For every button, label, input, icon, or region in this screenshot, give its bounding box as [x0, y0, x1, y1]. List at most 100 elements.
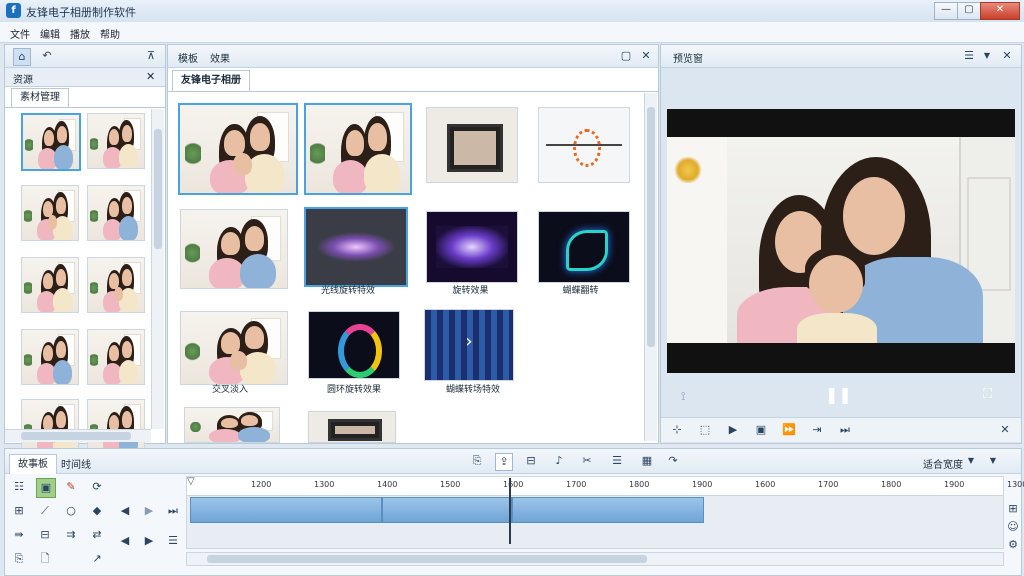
thumbnail[interactable]: [308, 411, 396, 443]
stop-icon[interactable]: ▣: [753, 422, 769, 438]
thumbnail[interactable]: [538, 211, 630, 283]
thumbnail[interactable]: [426, 107, 518, 183]
chevron-down-icon[interactable]: ▼: [985, 453, 1001, 469]
thumbnail[interactable]: [21, 185, 79, 241]
pause-icon[interactable]: ❚❚: [825, 385, 852, 404]
zoom-select[interactable]: 适合宽度: [923, 456, 963, 471]
rotate-icon[interactable]: ⟳: [88, 478, 106, 496]
play-icon[interactable]: ▶: [140, 502, 158, 520]
thumbnail[interactable]: [87, 185, 145, 241]
thumbnail[interactable]: [178, 103, 298, 195]
tab-storyboard[interactable]: 故事板: [9, 454, 57, 474]
crop-icon[interactable]: ⬚: [697, 422, 713, 438]
image-icon[interactable]: ▣: [36, 478, 56, 498]
thumbnail[interactable]: [308, 311, 400, 379]
copy-icon[interactable]: ⎘: [10, 550, 28, 568]
timeline-clip[interactable]: [512, 497, 704, 523]
menu-help[interactable]: 帮助: [100, 26, 120, 41]
close-icon[interactable]: ✕: [638, 48, 654, 64]
fullscreen-icon[interactable]: ⛶: [983, 387, 992, 402]
thumbnail[interactable]: [180, 311, 288, 385]
scroll-thumb[interactable]: [21, 432, 131, 440]
list-icon[interactable]: ☷: [10, 478, 28, 496]
menu-icon[interactable]: ☰: [961, 48, 977, 64]
thumbnail[interactable]: ›: [424, 309, 514, 381]
close-icon[interactable]: ✕: [997, 422, 1013, 438]
shape-icon[interactable]: ◆: [88, 502, 106, 520]
redo-icon[interactable]: ↷: [665, 453, 681, 469]
thumbnail[interactable]: [426, 211, 518, 283]
play-icon[interactable]: ▶: [140, 532, 158, 550]
vertical-scrollbar[interactable]: [151, 109, 164, 429]
back-arrow-icon[interactable]: ↶: [39, 48, 55, 64]
thumbnail[interactable]: [87, 257, 145, 313]
minimize-button[interactable]: —: [934, 2, 958, 20]
thumbnail[interactable]: [304, 207, 408, 287]
line-icon[interactable]: ⟋: [36, 502, 54, 520]
chevron-down-icon[interactable]: ▼: [963, 453, 979, 469]
playhead-marker-icon[interactable]: ▽: [187, 477, 197, 487]
thumbnail[interactable]: [184, 407, 280, 443]
cut-icon[interactable]: ✂: [579, 453, 595, 469]
vertical-scrollbar[interactable]: [644, 93, 657, 441]
photo-icon[interactable]: ⊞: [10, 502, 28, 520]
add-track-icon[interactable]: ⊞: [1004, 500, 1022, 518]
window-close-button[interactable]: ✕: [980, 2, 1020, 20]
close-icon[interactable]: ✕: [146, 70, 155, 83]
menu-file[interactable]: 文件: [10, 26, 30, 41]
forward-icon[interactable]: ⇉: [62, 526, 80, 544]
thumbnail[interactable]: [21, 399, 79, 455]
arrow-icon[interactable]: ↗: [88, 550, 106, 568]
music-icon[interactable]: ♪: [551, 453, 567, 469]
tab-material-manager[interactable]: 素材管理: [11, 88, 69, 107]
thumbnail[interactable]: [21, 329, 79, 385]
upload-icon[interactable]: ⇪: [495, 453, 513, 471]
pencil-icon[interactable]: ✎: [62, 478, 80, 496]
tab-timeline[interactable]: 时间线: [61, 456, 91, 471]
menu-icon[interactable]: ☰: [164, 532, 182, 550]
split-icon[interactable]: ⎘: [469, 453, 485, 469]
loop-icon[interactable]: ⇄: [88, 526, 106, 544]
menu-edit[interactable]: 编辑: [40, 26, 60, 41]
fit-icon[interactable]: ⊹: [669, 422, 685, 438]
thumbnail[interactable]: [304, 103, 412, 195]
stack-icon[interactable]: ⊟: [36, 526, 54, 544]
prev-icon[interactable]: ◀: [116, 502, 134, 520]
subtitle-icon[interactable]: ⊟: [523, 453, 539, 469]
prev-icon[interactable]: ◀: [116, 532, 134, 550]
timeline-clip[interactable]: [190, 497, 382, 523]
menu-play[interactable]: 播放: [70, 26, 90, 41]
pin-icon[interactable]: ⊼: [143, 48, 159, 64]
restore-icon[interactable]: ▢: [618, 48, 634, 64]
align-icon[interactable]: ☰: [609, 453, 625, 469]
timeline-ruler[interactable]: ▽ 1200 1300 1400 1500 1600 1700 1800 1900 1600 17…: [186, 476, 1024, 496]
thumbnail[interactable]: [87, 113, 145, 169]
skip-end-icon[interactable]: ⏭: [837, 422, 853, 438]
move-icon[interactable]: ⇛: [10, 526, 28, 544]
scroll-thumb[interactable]: [207, 555, 647, 563]
step-icon[interactable]: ⇥: [809, 422, 825, 438]
thumbnail[interactable]: [87, 399, 145, 455]
timeline-clip[interactable]: [382, 497, 512, 523]
scroll-thumb[interactable]: [154, 129, 162, 249]
maximize-button[interactable]: ▢: [957, 2, 981, 20]
thumbnail[interactable]: [21, 257, 79, 313]
play-icon[interactable]: ▶: [725, 422, 741, 438]
thumbnail[interactable]: [21, 113, 81, 171]
thumbnail[interactable]: [180, 209, 288, 289]
tab-templates[interactable]: 模板: [178, 50, 198, 65]
scroll-thumb[interactable]: [647, 107, 655, 347]
grid-icon[interactable]: ▦: [639, 453, 655, 469]
tab-album[interactable]: 友锋电子相册: [172, 70, 250, 91]
thumbnail[interactable]: [87, 329, 145, 385]
playhead[interactable]: [509, 478, 511, 544]
file-icon[interactable]: 🗋: [36, 550, 54, 568]
thumbnail[interactable]: [538, 107, 630, 183]
user-icon[interactable]: ☺: [1004, 518, 1022, 536]
fast-forward-icon[interactable]: ⏩: [781, 422, 797, 438]
next-icon[interactable]: ⏭: [164, 502, 182, 520]
home-icon[interactable]: ⌂: [13, 48, 31, 66]
circle-icon[interactable]: ○: [62, 502, 80, 520]
horizontal-scrollbar[interactable]: [186, 552, 1004, 566]
settings-icon[interactable]: ⚙: [1004, 536, 1022, 554]
